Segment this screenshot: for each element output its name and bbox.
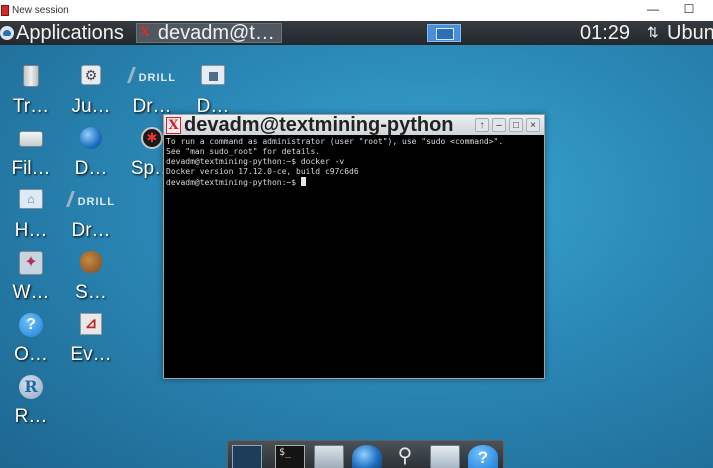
desktop: Applications X devadm@t… 01:29 ⇅ Ubuntu … — [0, 21, 713, 468]
user-menu[interactable]: Ubuntu — [667, 21, 713, 45]
network-icon[interactable]: ⇅ — [647, 24, 659, 41]
terminal-line: To run a command as administrator (user … — [166, 137, 504, 146]
drill-logo-icon: DRILL — [67, 189, 115, 209]
desktop-icon-r[interactable]: R R… — [3, 375, 59, 433]
desktop-icon-w[interactable]: ✦ W… — [3, 251, 59, 309]
terminal-titlebar[interactable]: X devadm@textmining-python ↑ – □ × — [164, 115, 544, 135]
globe-icon — [80, 127, 102, 149]
desktop-icon-filesystem[interactable]: Fil… — [3, 127, 59, 185]
terminal-x-icon: X — [139, 25, 150, 40]
keep-above-button[interactable]: ↑ — [475, 118, 489, 132]
r-language-icon: R — [19, 375, 43, 399]
maximize-button[interactable]: □ — [509, 118, 523, 132]
desktop-icon-label: O… — [14, 344, 48, 365]
taskbar-terminal-button[interactable]: X devadm@t… — [135, 21, 282, 44]
workbench-icon: ✦ — [19, 251, 43, 275]
pdf-viewer-icon: ⊿ — [80, 313, 102, 335]
desktop-icon-browser[interactable]: D… — [63, 127, 119, 185]
desktop-icon-label: Dr… — [71, 220, 111, 241]
terminal-prompt-line: devadm@textmining-python:~$ — [166, 177, 542, 188]
terminal-x-icon: X — [166, 116, 181, 134]
terminal-title: devadm@textmining-python — [184, 115, 454, 135]
dock-terminal-button[interactable]: $_ — [275, 445, 305, 468]
desktop-icon-label: S… — [75, 282, 107, 303]
desktop-icon-squirrel[interactable]: S… — [63, 251, 119, 309]
terminal-line: Docker version 17.12.0-ce, build c97c6d6 — [166, 167, 359, 176]
workspace-switcher[interactable] — [427, 24, 461, 42]
dock-help-button[interactable]: ? — [468, 445, 498, 468]
minimize-button[interactable]: – — [492, 118, 506, 132]
maximize-button[interactable]: ☐ — [683, 2, 695, 16]
terminal-cursor — [300, 177, 306, 186]
help-icon: ? — [19, 313, 43, 337]
dock-file-manager-button[interactable] — [314, 445, 344, 468]
terminal-prompt: devadm@textmining-python:~$ — [166, 178, 301, 187]
trash-icon — [23, 65, 39, 87]
desktop-icon-label: D… — [74, 158, 108, 179]
minimize-button[interactable]: — — [647, 2, 659, 16]
drive-icon — [19, 131, 43, 147]
applications-label: Applications — [16, 21, 124, 44]
spider-icon: ✱ — [141, 127, 163, 149]
drill-logo-icon: DRILL — [128, 65, 176, 85]
desktop-icon-evince[interactable]: ⊿ Ev… — [63, 313, 119, 371]
clock[interactable]: 01:29 — [580, 21, 630, 45]
show-desktop-button[interactable] — [232, 445, 262, 468]
desktop-icon-trash[interactable]: Tr… — [3, 65, 59, 123]
terminal-line: See "man sudo_root" for details. — [166, 147, 321, 156]
xfce-mouse-icon — [0, 26, 14, 40]
desktop-icon-drill-2[interactable]: DRILL Dr… — [63, 189, 119, 247]
dock-folder-button[interactable] — [430, 445, 460, 468]
desktop-icon-label: Ev… — [70, 344, 112, 365]
close-button[interactable]: × — [526, 118, 540, 132]
host-title: New session — [12, 5, 69, 16]
desktop-icon-label: Fil… — [11, 158, 51, 179]
host-titlebar: New session — ☐ — [0, 0, 713, 21]
terminal-line: devadm@textmining-python:~$ docker -v — [166, 157, 345, 166]
taskbar-terminal-label: devadm@t… — [157, 21, 275, 44]
desktop-icon-label: Tr… — [12, 96, 50, 117]
desktop-icon-help[interactable]: ? O… — [3, 313, 59, 371]
home-folder-icon: ⌂ — [19, 189, 43, 209]
terminal-output[interactable]: To run a command as administrator (user … — [166, 137, 542, 377]
desktop-icon-home[interactable]: ⌂ H… — [3, 189, 59, 247]
applications-menu-button[interactable]: Applications — [0, 21, 130, 45]
app-logo-icon — [1, 5, 9, 16]
terminal-window[interactable]: X devadm@textmining-python ↑ – □ × To ru… — [163, 114, 545, 379]
desktop-icon-label: R… — [14, 406, 48, 427]
dock: $_ ⚲ ? — [227, 440, 504, 468]
dock-search-button[interactable]: ⚲ — [390, 445, 420, 468]
desktop-icon-label: W… — [12, 282, 50, 303]
desktop-icon-label: Ju… — [71, 96, 111, 117]
host-window-controls: — ☐ — [647, 2, 695, 16]
terminal-window-controls: ↑ – □ × — [475, 118, 540, 132]
settings-gear-icon: ⚙ — [81, 65, 101, 85]
desktop-icon-label: H… — [14, 220, 48, 241]
document-folder-icon — [201, 65, 225, 85]
desktop-icon-jupyter[interactable]: ⚙ Ju… — [63, 65, 119, 123]
dock-web-browser-button[interactable] — [352, 445, 382, 468]
squirrel-icon — [80, 251, 102, 273]
top-panel: Applications X devadm@t… 01:29 ⇅ Ubuntu — [0, 21, 713, 45]
